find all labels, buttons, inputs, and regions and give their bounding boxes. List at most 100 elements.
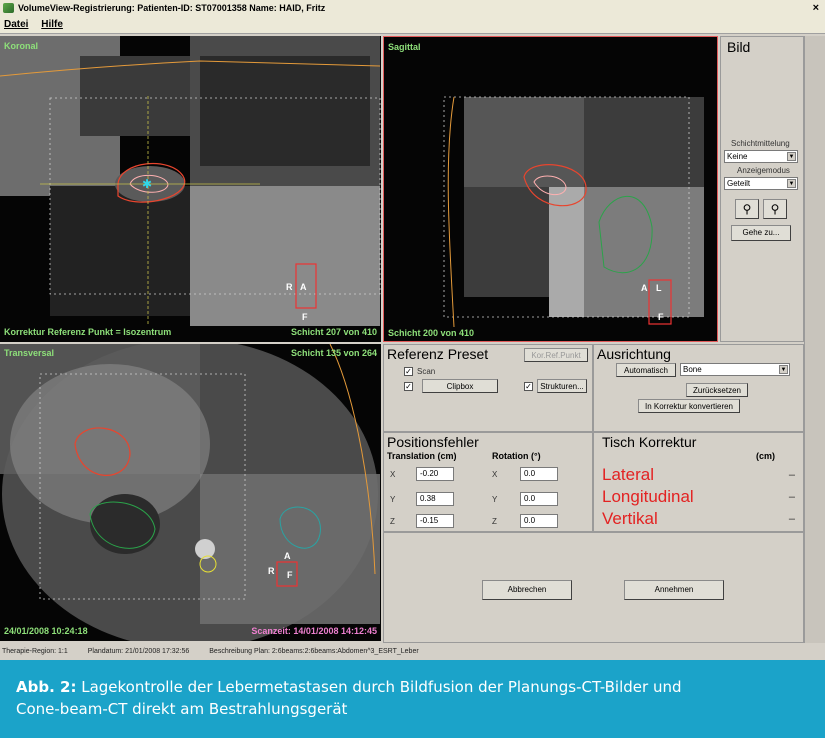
koronal-reference-text: Korrektur Referenz Punkt = Isozentrum (4, 327, 172, 337)
chevron-down-icon: ▼ (779, 365, 788, 374)
rot-axis-x-label: X (492, 470, 498, 479)
view-name-koronal: Koronal (4, 41, 39, 51)
koronal-marker-f: F (302, 312, 308, 322)
transversal-marker-a: A (284, 551, 291, 561)
translation-x-field[interactable]: -0.20 (416, 467, 454, 481)
transversal-date: 24/01/2008 10:24:18 (4, 626, 88, 636)
rotation-x-field[interactable]: 0.0 (520, 467, 558, 481)
caption-line-2: Cone-beam-CT direkt am Bestrahlungsgerät (16, 700, 348, 718)
abbrechen-button[interactable]: Abbrechen (482, 580, 572, 600)
window-title-bar: VolumeView-Registrierung: Patienten-ID: … (0, 0, 825, 16)
transversal-view[interactable]: Transversal Schicht 135 von 264 A R F 24… (0, 344, 381, 641)
action-panel: Abbrechen Annehmen (383, 532, 804, 643)
app-icon (3, 3, 14, 13)
lateral-value: – (788, 469, 795, 481)
view-name-sagittal: Sagittal (388, 42, 421, 52)
view-name-transversal: Transversal (4, 348, 55, 358)
anzeigemodus-value: Geteilt (727, 179, 751, 188)
clipbox-checkbox[interactable]: ✓ (404, 382, 413, 391)
schichtmittelung-value: Keine (727, 152, 748, 161)
transversal-slice-info: Schicht 135 von 264 (290, 348, 377, 358)
anzeigemodus-select[interactable]: Geteilt ▼ (724, 177, 798, 190)
right-scrollbar[interactable] (804, 36, 825, 643)
rotation-y-field[interactable]: 0.0 (520, 492, 558, 506)
strukturen-checkbox[interactable]: ✓ (524, 382, 533, 391)
bild-title: Bild (727, 39, 751, 55)
korr-ref-punkt-button[interactable]: Kor.Ref.Punkt (524, 348, 588, 362)
lateral-label: Lateral (602, 465, 654, 484)
zoom-out-button[interactable]: ⚲ (763, 199, 787, 219)
strukturen-button[interactable]: Strukturen... (537, 379, 587, 393)
scan-checkbox[interactable]: ✓ (404, 367, 413, 376)
rotation-z-field[interactable]: 0.0 (520, 514, 558, 528)
translation-y-field[interactable]: 0.38 (416, 492, 454, 506)
transversal-image (0, 344, 381, 641)
sagittal-view[interactable]: Sagittal A L F Schicht 200 von 410 (383, 36, 718, 342)
longitudinal-label: Longitudinal (602, 487, 694, 506)
koronal-image: ✱ (0, 36, 381, 342)
rot-axis-y-label: Y (492, 495, 498, 504)
alignment-mode-value: Bone (683, 365, 702, 374)
axis-y-label: Y (390, 495, 396, 504)
close-icon[interactable]: × (813, 0, 819, 16)
translation-header: Translation (cm) (387, 451, 457, 461)
koronal-view[interactable]: ✱ Koronal R A F Korrektur Referenz Punkt… (0, 36, 381, 342)
window-title: VolumeView-Registrierung: Patienten-ID: … (18, 3, 326, 13)
sagittal-marker-a: A (641, 283, 648, 293)
referenz-preset-panel: Referenz Preset Kor.Ref.Punkt ✓ Scan ✓ C… (383, 344, 593, 432)
zoom-out-icon: ⚲ (770, 202, 780, 216)
chevron-down-icon: ▼ (787, 152, 796, 161)
svg-text:✱: ✱ (142, 177, 152, 191)
bild-panel: Bild Schichtmittelung Keine ▼ Anzeigemod… (720, 36, 804, 342)
zoom-in-button[interactable]: ⚲ (735, 199, 759, 219)
status-plan: Beschreibung Plan: 2:6beams:2:6beams:Abd… (209, 648, 419, 655)
vertikal-value: – (788, 513, 795, 525)
transversal-scan-time: Scanzeit: 14/01/2008 14:12:45 (251, 626, 377, 636)
axis-z-label: Z (390, 517, 395, 526)
automatisch-button[interactable]: Automatisch (616, 363, 676, 377)
axis-x-label: X (390, 470, 396, 479)
anzeigemodus-label: Anzeigemodus (737, 166, 790, 175)
koronal-slice-info: Schicht 207 von 410 (290, 327, 377, 337)
chevron-down-icon: ▼ (787, 179, 796, 188)
positionsfehler-panel: Positionsfehler Translation (cm) Rotatio… (383, 432, 593, 532)
alignment-mode-select[interactable]: Bone ▼ (680, 363, 790, 376)
tisch-unit: (cm) (756, 451, 776, 461)
ausrichtung-title: Ausrichtung (597, 346, 671, 362)
vertikal-label: Vertikal (602, 509, 658, 528)
koronal-marker-a: A (300, 282, 307, 292)
gehe-zu-button[interactable]: Gehe zu... (731, 225, 791, 241)
sagittal-marker-l: L (656, 283, 662, 293)
status-bar: Therapie-Region: 1:1 Plandatum: 21/01/20… (0, 646, 825, 658)
referenz-preset-title: Referenz Preset (387, 346, 489, 362)
status-plandatum: Plandatum: 21/01/2008 17:32:56 (87, 648, 190, 655)
schichtmittelung-label: Schichtmittelung (731, 139, 790, 148)
zoom-in-icon: ⚲ (742, 202, 752, 216)
annehmen-button[interactable]: Annehmen (624, 580, 724, 600)
sagittal-image (384, 37, 717, 341)
menu-hilfe[interactable]: Hilfe (41, 19, 63, 30)
caption-label: Abb. 2: (16, 678, 77, 696)
translation-z-field[interactable]: -0.15 (416, 514, 454, 528)
menu-datei[interactable]: Datei (4, 19, 28, 30)
schichtmittelung-select[interactable]: Keine ▼ (724, 150, 798, 163)
positionsfehler-title: Positionsfehler (387, 434, 479, 450)
caption-line-1: Lagekontrolle der Lebermetastasen durch … (81, 678, 682, 696)
rotation-header: Rotation (°) (492, 451, 541, 461)
scan-label: Scan (417, 367, 436, 376)
sagittal-slice-info: Schicht 200 von 410 (388, 328, 475, 338)
ausrichtung-panel: Ausrichtung Automatisch Bone ▼ Zurückset… (593, 344, 804, 432)
tisch-korrektur-title: Tisch Korrektur (602, 434, 697, 450)
clipbox-button[interactable]: Clipbox (422, 379, 498, 393)
koronal-marker-r: R (286, 282, 293, 292)
rot-axis-z-label: Z (492, 517, 497, 526)
zuruecksetzen-button[interactable]: Zurücksetzen (686, 383, 748, 397)
tisch-korrektur-panel: Tisch Korrektur (cm) Lateral – Longitudi… (593, 432, 804, 532)
transversal-marker-f: F (287, 570, 293, 580)
in-korrektur-konvertieren-button[interactable]: In Korrektur konvertieren (638, 399, 740, 413)
menu-bar: Datei Hilfe (0, 16, 825, 34)
sagittal-marker-f: F (658, 312, 664, 322)
status-region: Therapie-Region: 1:1 (2, 648, 68, 655)
longitudinal-value: – (788, 491, 795, 503)
transversal-marker-r: R (268, 566, 275, 576)
